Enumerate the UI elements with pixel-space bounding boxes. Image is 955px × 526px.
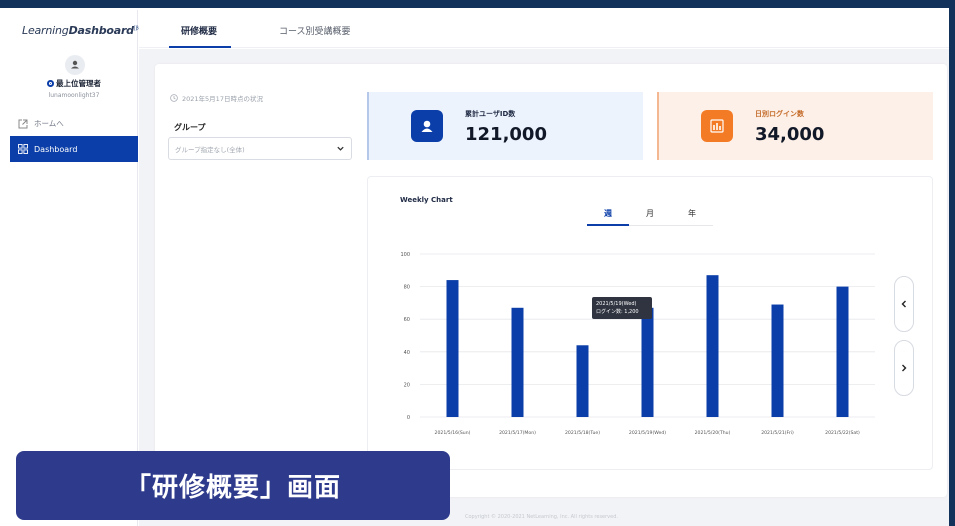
external-link-icon bbox=[18, 119, 28, 128]
brand-logo[interactable]: LearningDashboard[β] bbox=[22, 24, 141, 37]
chevron-down-icon bbox=[337, 146, 344, 151]
tab-month[interactable]: 月 bbox=[629, 208, 671, 219]
caption-banner: 「研修概要」画面 bbox=[16, 451, 450, 520]
chart-tooltip: 2021/5/19(Wed) ログイン数: 1,200 bbox=[592, 297, 652, 319]
tab-course-overview[interactable]: コース別受講概要 bbox=[279, 24, 351, 37]
user-icon bbox=[411, 110, 443, 142]
stat-card-daily-logins: 日別ログイン数 34,000 bbox=[657, 92, 933, 160]
y-tick-label: 60 bbox=[404, 317, 410, 323]
group-label: グループ bbox=[174, 123, 206, 132]
stat-label: 累計ユーザID数 bbox=[465, 110, 516, 118]
x-tick-label: 2021/5/22(Sat) bbox=[825, 430, 860, 436]
avatar[interactable] bbox=[65, 55, 85, 75]
tab-year[interactable]: 年 bbox=[671, 208, 713, 219]
bar bbox=[836, 286, 849, 417]
user-role: 最上位管理者 bbox=[10, 78, 138, 89]
weekly-bar-chart: 0 20 40 60 80 100 2021/5/16(Sun) 2021/5/17(Mon)… bbox=[400, 252, 875, 436]
active-period-underline bbox=[587, 224, 629, 226]
x-tick-label: 2021/5/20(Thu) bbox=[695, 430, 731, 436]
group-select[interactable]: グループ指定なし(全体) bbox=[168, 137, 352, 160]
tab-week[interactable]: 週 bbox=[587, 208, 629, 219]
x-tick-label: 2021/5/21(Fri) bbox=[761, 430, 794, 436]
right-frame-bar bbox=[949, 0, 955, 526]
y-tick-label: 20 bbox=[404, 382, 410, 388]
user-name: lunamoonlight37 bbox=[48, 92, 100, 99]
x-tick-label: 2021/5/19(Wed) bbox=[629, 430, 666, 436]
bar bbox=[771, 304, 784, 417]
role-indicator-icon bbox=[47, 80, 54, 87]
user-avatar-icon bbox=[71, 60, 79, 69]
tab-training-overview[interactable]: 研修概要 bbox=[181, 24, 217, 37]
sidebar-item-label: Dashboard bbox=[34, 144, 78, 154]
as-of-date: 2021年5月17日時点の状況 bbox=[170, 93, 263, 103]
y-tick-label: 40 bbox=[404, 350, 410, 356]
bar bbox=[576, 345, 589, 417]
bar bbox=[706, 275, 719, 417]
x-tick-label: 2021/5/18(Tue) bbox=[565, 430, 600, 436]
stat-card-total-users: 累計ユーザID数 121,000 bbox=[367, 92, 643, 160]
copyright: Copyright © 2020-2021 NetLearning, Inc. … bbox=[465, 514, 618, 520]
chart-next-button[interactable] bbox=[894, 340, 914, 396]
grid-icon bbox=[18, 144, 28, 154]
y-tick-label: 0 bbox=[407, 415, 410, 421]
bar bbox=[511, 307, 524, 417]
chevron-right-icon bbox=[902, 364, 907, 372]
x-tick-label: 2021/5/17(Mon) bbox=[499, 430, 536, 436]
chart-prev-button[interactable] bbox=[894, 276, 914, 332]
sidebar: LearningDashboard[β] 最上位管理者 lunamoonligh… bbox=[10, 10, 141, 526]
sidebar-item-home[interactable]: ホームへ bbox=[18, 118, 64, 129]
y-tick-label: 80 bbox=[404, 285, 410, 291]
bar-chart-icon bbox=[701, 110, 733, 142]
x-tick-label: 2021/5/16(Sun) bbox=[435, 430, 471, 436]
sidebar-item-label: ホームへ bbox=[34, 119, 64, 128]
period-tabs: 週 月 年 bbox=[587, 206, 713, 226]
bar bbox=[446, 280, 459, 417]
active-tab-underline bbox=[169, 46, 231, 48]
sidebar-item-dashboard[interactable]: Dashboard bbox=[10, 136, 138, 162]
top-frame-bar bbox=[0, 0, 955, 8]
clock-icon bbox=[170, 94, 178, 102]
main-tabs: 研修概要 コース別受講概要 bbox=[139, 10, 949, 48]
y-tick-label: 100 bbox=[400, 252, 410, 258]
bar bbox=[641, 307, 654, 417]
stat-label: 日別ログイン数 bbox=[755, 110, 804, 118]
stat-value: 34,000 bbox=[755, 124, 825, 145]
stat-value: 121,000 bbox=[465, 124, 547, 145]
chevron-left-icon bbox=[901, 300, 906, 308]
chart-title: Weekly Chart bbox=[400, 196, 453, 204]
